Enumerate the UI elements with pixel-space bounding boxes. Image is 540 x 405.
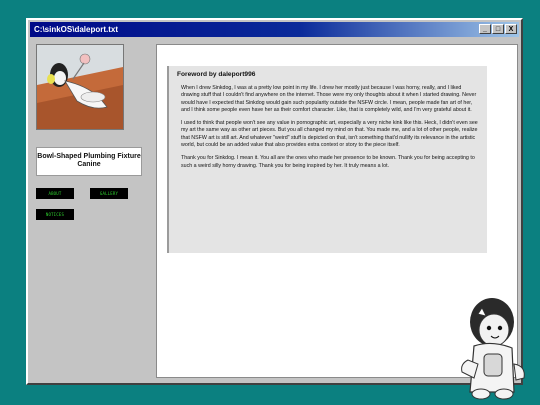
maximize-button[interactable]: □	[492, 24, 504, 34]
foreword-paragraph: I used to think that people won't see an…	[181, 120, 478, 149]
app-window: C:\sinkOS\daleport.txt _ □ X Bowl-Shaped…	[26, 18, 523, 385]
artwork-thumbnail[interactable]	[36, 44, 124, 130]
notices-button[interactable]: NOTICES	[36, 209, 74, 220]
sinkdog-mascot-icon	[461, 298, 525, 400]
foreword-paragraph: Thank you for Sinkdog. I mean it. You al…	[181, 155, 475, 169]
minimize-button[interactable]: _	[479, 24, 491, 34]
about-button[interactable]: ABOUT	[36, 188, 74, 199]
title-bar[interactable]: C:\sinkOS\daleport.txt _ □ X	[30, 22, 519, 37]
window-controls: _ □ X	[479, 24, 517, 34]
close-button[interactable]: X	[505, 24, 517, 34]
gallery-button[interactable]: GALLERY	[90, 188, 128, 199]
window-title: C:\sinkOS\daleport.txt	[34, 25, 119, 34]
foreword-heading: Foreword by daleport996	[177, 71, 256, 78]
foreword-box: Foreword by daleport996 When I drew Sink…	[167, 66, 487, 253]
artwork-thumbnail-icon	[37, 45, 123, 129]
foreword-paragraph: When I drew Sinkdog, I was at a pretty l…	[181, 85, 477, 113]
artwork-title: Bowl-Shaped Plumbing Fixture Canine	[36, 147, 142, 176]
